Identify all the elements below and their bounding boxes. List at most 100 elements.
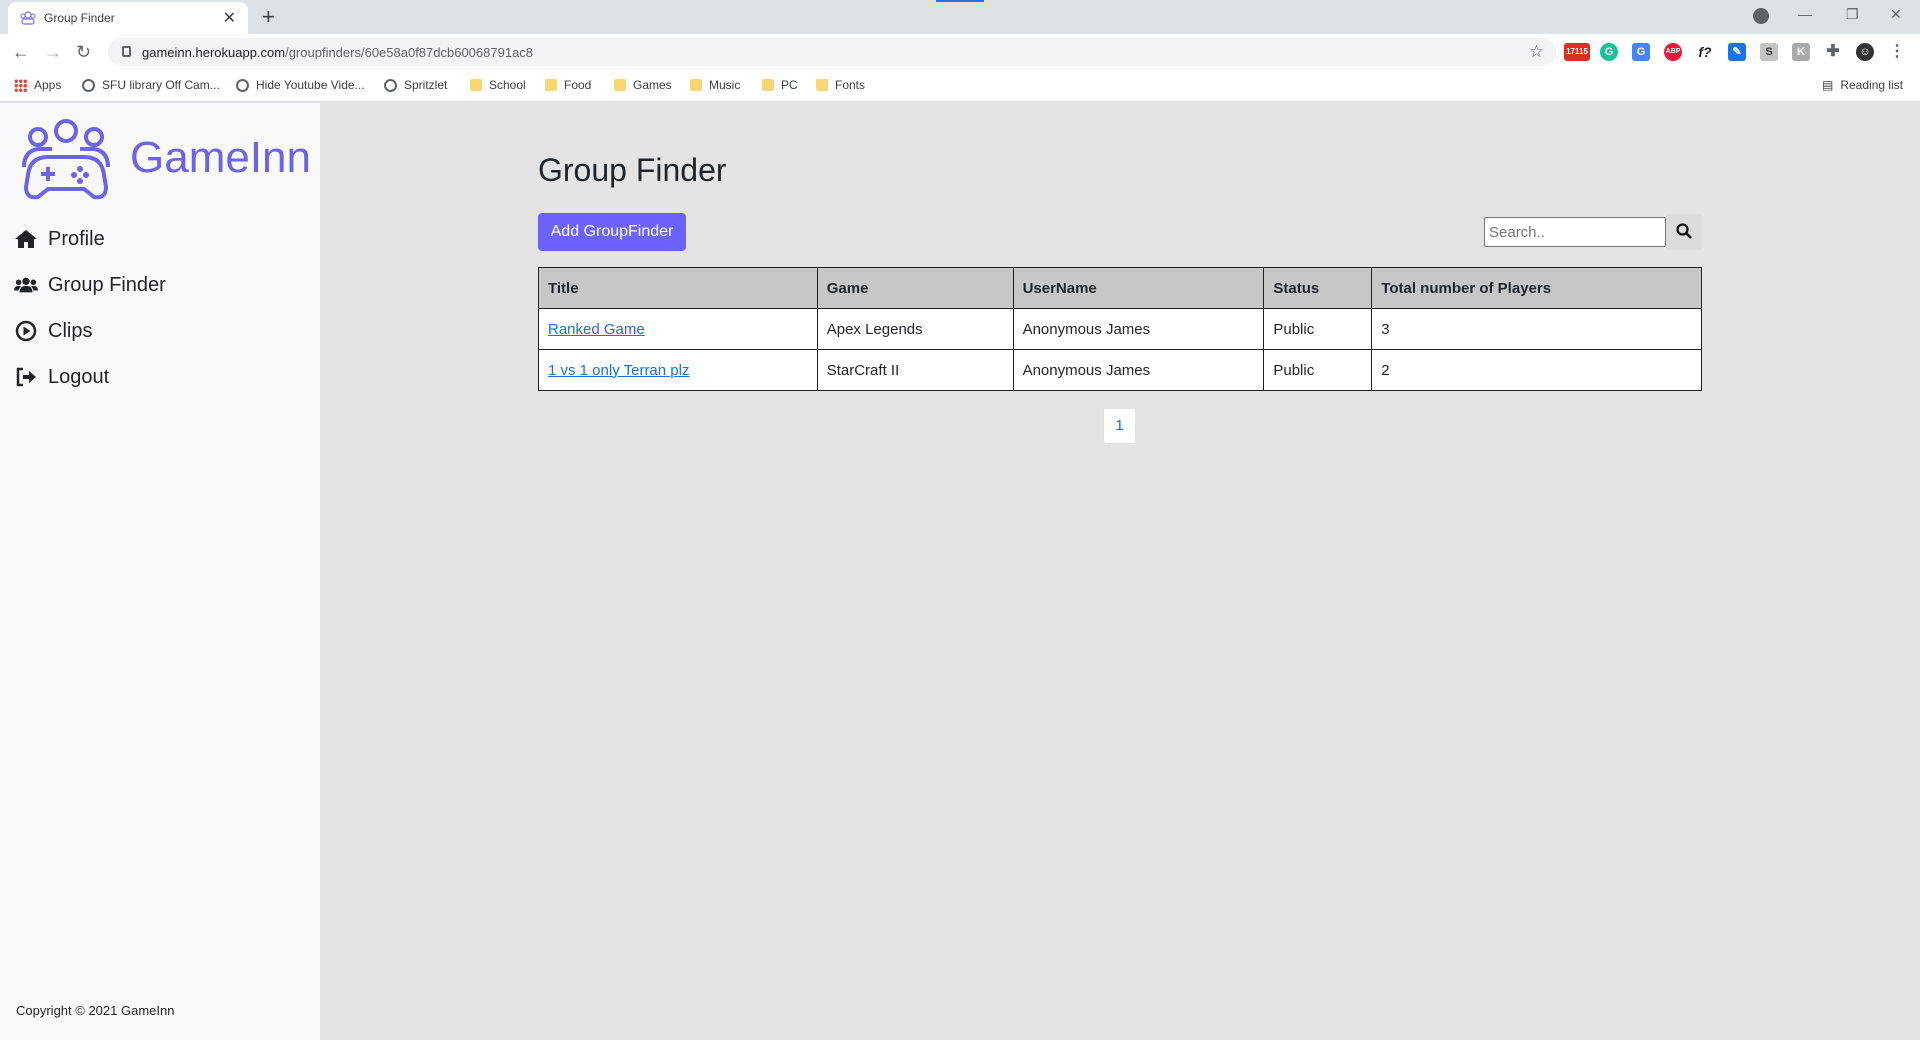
column-header-username[interactable]: UserName [1012,267,1265,309]
bookmarks-bar: Apps SFU library Off Cam... Hide Youtube… [0,70,1920,102]
groupfinder-title-link[interactable]: 1 vs 1 only Terran plz [548,362,689,379]
bookmark-spritzlet[interactable]: Spritzlet [384,78,447,92]
k-extension-icon[interactable]: K [1792,43,1810,61]
sidebar: GameInn Profile Group Finder Clips Logou… [0,103,320,1040]
bookmark-food[interactable]: Food [545,78,591,92]
cell-game: StarCraft II [816,349,1014,391]
globe-icon [82,78,95,92]
browser-toolbar: ← → ↻ gameinn.herokuapp.com/groupfinders… [0,34,1920,70]
bookmark-label: Fonts [835,78,866,92]
bookmark-label: Food [564,78,592,92]
column-header-game[interactable]: Game [816,267,1014,309]
cell-total-players: 2 [1371,349,1702,391]
nav-item-clips[interactable]: Clips [14,319,92,343]
nav-label: Clips [48,319,93,342]
column-header-status[interactable]: Status [1263,267,1373,309]
column-header-total-players[interactable]: Total number of Players [1371,267,1702,309]
tab-title: Group Finder [44,11,115,25]
window-close-icon[interactable]: ✕ [1890,6,1902,23]
extensions-puzzle-icon[interactable]: ✚ [1824,43,1842,61]
users-icon [14,277,38,293]
nav-item-group-finder[interactable]: Group Finder [14,273,166,297]
restore-icon[interactable]: ❐ [1846,6,1859,23]
home-icon [15,230,37,248]
groupfinder-table: Title Game UserName Status Total number … [538,267,1702,391]
gameinn-favicon-icon [20,11,36,25]
pen-extension-icon[interactable]: ✎ [1728,43,1746,61]
page-title: Group Finder [538,152,727,188]
sign-out-icon [16,367,36,387]
lock-icon [122,46,131,57]
cell-total-players: 3 [1371,308,1702,350]
folder-icon [545,79,557,91]
bookmark-school[interactable]: School [470,78,526,92]
groupfinder-title-link[interactable]: Ranked Game [548,321,645,338]
search-icon [1676,222,1692,239]
cell-status: Public [1263,308,1373,350]
search-input[interactable] [1484,217,1666,247]
folder-icon [470,79,482,91]
url-host: gameinn.herokuapp.com [142,45,286,60]
folder-icon [690,79,702,91]
folder-icon [816,79,828,91]
cell-title: 1 vs 1 only Terran plz [538,349,818,391]
bookmark-star-icon[interactable]: ☆ [1529,42,1544,62]
bookmark-apps[interactable]: Apps [14,78,61,92]
reading-list-button[interactable]: ▤ Reading list [1822,78,1903,92]
nav-label: Group Finder [48,273,166,296]
folder-icon [614,79,626,91]
bookmark-label: Spritzlet [404,78,448,92]
adblock-extension-icon[interactable]: ABP [1664,43,1682,61]
minimize-icon[interactable]: — [1798,6,1812,22]
reload-icon[interactable]: ↻ [76,42,91,62]
bookmark-fonts[interactable]: Fonts [816,78,865,92]
brand-name[interactable]: GameInn [130,133,311,183]
url-path: /groupfinders/60e58a0f87dcb60068791ac8 [285,45,534,60]
bookmark-hide-youtube[interactable]: Hide Youtube Vide... [236,78,365,92]
new-tab-button[interactable]: + [262,4,275,30]
globe-icon [384,78,397,92]
gameinn-logo-icon[interactable] [14,117,118,201]
user-avatar-icon[interactable]: ☺ [1856,43,1874,61]
tab-close-icon[interactable]: ✕ [223,8,236,28]
cell-username: Anonymous James [1012,308,1265,350]
bookmark-music[interactable]: Music [690,78,740,92]
cell-title: Ranked Game [538,308,818,350]
bookmark-label: Music [709,78,741,92]
address-bar[interactable]: gameinn.herokuapp.com/groupfinders/60e58… [108,38,1556,66]
nav-item-logout[interactable]: Logout [14,365,109,389]
url-text: gameinn.herokuapp.com/groupfinders/60e58… [142,45,533,60]
search-button[interactable] [1666,214,1702,250]
browser-tab-bar: Group Finder ✕ + — ❐ ✕ [0,0,1920,34]
cell-game: Apex Legends [816,308,1014,350]
font-extension-icon[interactable]: f? [1696,43,1714,61]
grammarly-extension-icon[interactable]: G [1600,43,1618,61]
nav-item-profile[interactable]: Profile [14,227,105,251]
browser-tab[interactable]: Group Finder ✕ [8,2,248,34]
pagination-page-1[interactable]: 1 [1103,408,1136,444]
nav-label: Profile [48,227,105,250]
profile-menu-icon[interactable] [1753,8,1769,24]
reading-list-label: Reading list [1840,78,1904,92]
globe-icon [236,78,249,92]
bookmark-label: Hide Youtube Vide... [256,78,365,92]
bookmark-label: PC [781,78,798,92]
column-header-title[interactable]: Title [538,267,818,309]
forward-icon[interactable]: → [44,42,62,62]
bookmark-pc[interactable]: PC [762,78,798,92]
chrome-menu-icon[interactable]: ⋮ [1888,43,1906,61]
add-groupfinder-button[interactable]: Add GroupFinder [538,213,686,251]
cell-username: Anonymous James [1012,349,1265,391]
back-icon[interactable]: ← [12,42,30,62]
table-row: Ranked Game Apex Legends Anonymous James… [538,308,1702,350]
bookmark-sfu-library[interactable]: SFU library Off Cam... [82,78,220,92]
bookmark-games[interactable]: Games [614,78,672,92]
table-row: 1 vs 1 only Terran plz StarCraft II Anon… [538,349,1702,391]
bookmark-label: Games [633,78,672,92]
gmail-extension-icon[interactable]: 17115 [1564,43,1590,61]
translate-extension-icon[interactable]: G [1632,43,1650,61]
s-extension-icon[interactable]: S [1760,43,1778,61]
table-header-row: Title Game UserName Status Total number … [538,267,1702,309]
nav-label: Logout [48,365,110,388]
bookmark-label: SFU library Off Cam... [102,78,220,92]
